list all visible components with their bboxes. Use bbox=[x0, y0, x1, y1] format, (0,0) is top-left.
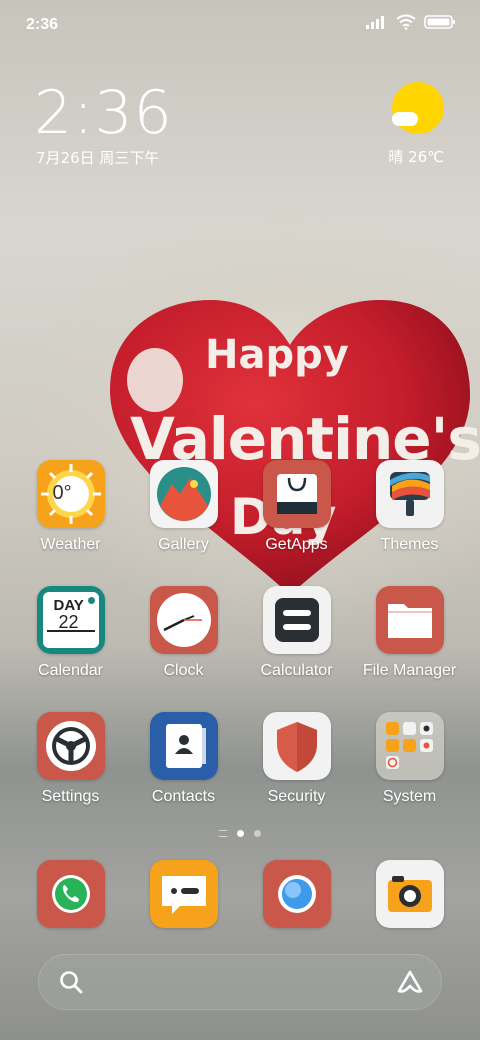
clock-widget-time[interactable]: 2:36 bbox=[34, 78, 173, 148]
browser-icon bbox=[262, 860, 331, 928]
search-icon[interactable] bbox=[58, 969, 84, 995]
app-label: GetApps bbox=[265, 536, 328, 553]
wifi-icon bbox=[396, 14, 416, 30]
app-clock[interactable]: Clock bbox=[127, 586, 240, 680]
dock-messages[interactable] bbox=[127, 860, 240, 928]
page-dot-active bbox=[237, 830, 244, 837]
app-settings[interactable]: Settings bbox=[14, 712, 127, 806]
settings-icon bbox=[36, 712, 105, 780]
app-label: Themes bbox=[380, 536, 439, 553]
shield-icon bbox=[262, 712, 331, 780]
status-icons bbox=[366, 14, 456, 30]
app-calculator[interactable]: Calculator bbox=[240, 586, 353, 680]
app-security[interactable]: Security bbox=[240, 712, 353, 806]
status-bar: 2:36 bbox=[0, 0, 480, 50]
app-label: Clock bbox=[163, 662, 204, 679]
app-label: Contacts bbox=[151, 788, 216, 805]
folder-system[interactable]: System bbox=[353, 712, 466, 806]
weather-temp-badge: 0° bbox=[52, 482, 72, 504]
page-dot bbox=[254, 830, 261, 837]
clock-icon bbox=[149, 586, 218, 654]
weather-icon: 0° bbox=[36, 460, 105, 528]
app-file-manager[interactable]: File Manager bbox=[353, 586, 466, 680]
assistant-icon[interactable] bbox=[396, 969, 424, 995]
app-label: Calendar bbox=[38, 662, 103, 679]
dock-camera[interactable] bbox=[353, 860, 466, 928]
themes-icon bbox=[375, 460, 444, 528]
calendar-icon: DAY 22 bbox=[36, 586, 105, 654]
sun-icon bbox=[392, 82, 444, 134]
home-list-icon bbox=[219, 830, 227, 837]
app-label: Calculator bbox=[260, 662, 333, 679]
gallery-icon bbox=[149, 460, 218, 528]
camera-icon bbox=[375, 860, 444, 928]
app-label: System bbox=[382, 788, 437, 805]
app-themes[interactable]: Themes bbox=[353, 460, 466, 554]
search-bar[interactable] bbox=[38, 954, 442, 1010]
dock-browser[interactable] bbox=[240, 860, 353, 928]
app-label: Security bbox=[267, 788, 326, 805]
status-time: 2:36 bbox=[26, 16, 59, 33]
weather-widget-icon[interactable] bbox=[384, 82, 444, 138]
contacts-icon bbox=[149, 712, 218, 780]
page-indicator[interactable] bbox=[0, 830, 480, 837]
app-getapps[interactable]: GetApps bbox=[240, 460, 353, 554]
clock-widget-date[interactable]: 7月26日 周三下午 bbox=[36, 147, 159, 168]
folder-grid-icon bbox=[375, 712, 444, 780]
app-weather[interactable]: 0° Weather bbox=[14, 460, 127, 554]
weather-widget-text[interactable]: 晴 26℃ bbox=[388, 146, 444, 167]
folder-icon bbox=[375, 586, 444, 654]
calendar-dot bbox=[87, 597, 95, 604]
app-label: Weather bbox=[40, 536, 101, 553]
wallpaper-heart: Happy Valentine's Day bbox=[100, 300, 480, 600]
app-label: Settings bbox=[41, 788, 100, 805]
dock-phone[interactable] bbox=[14, 860, 127, 928]
app-contacts[interactable]: Contacts bbox=[127, 712, 240, 806]
app-gallery[interactable]: Gallery bbox=[127, 460, 240, 554]
signal-icon bbox=[366, 16, 384, 29]
phone-icon bbox=[36, 860, 105, 928]
messages-icon bbox=[149, 860, 218, 928]
getapps-icon bbox=[262, 460, 331, 528]
app-label: File Manager bbox=[362, 662, 457, 679]
app-label: Gallery bbox=[158, 536, 209, 553]
wallpaper-text-happy: Happy bbox=[205, 332, 349, 378]
calendar-divider bbox=[46, 630, 95, 632]
app-calendar[interactable]: DAY 22 Calendar bbox=[14, 586, 127, 680]
battery-icon bbox=[424, 15, 455, 29]
cloud-icon bbox=[392, 112, 418, 126]
calculator-icon bbox=[262, 586, 331, 654]
